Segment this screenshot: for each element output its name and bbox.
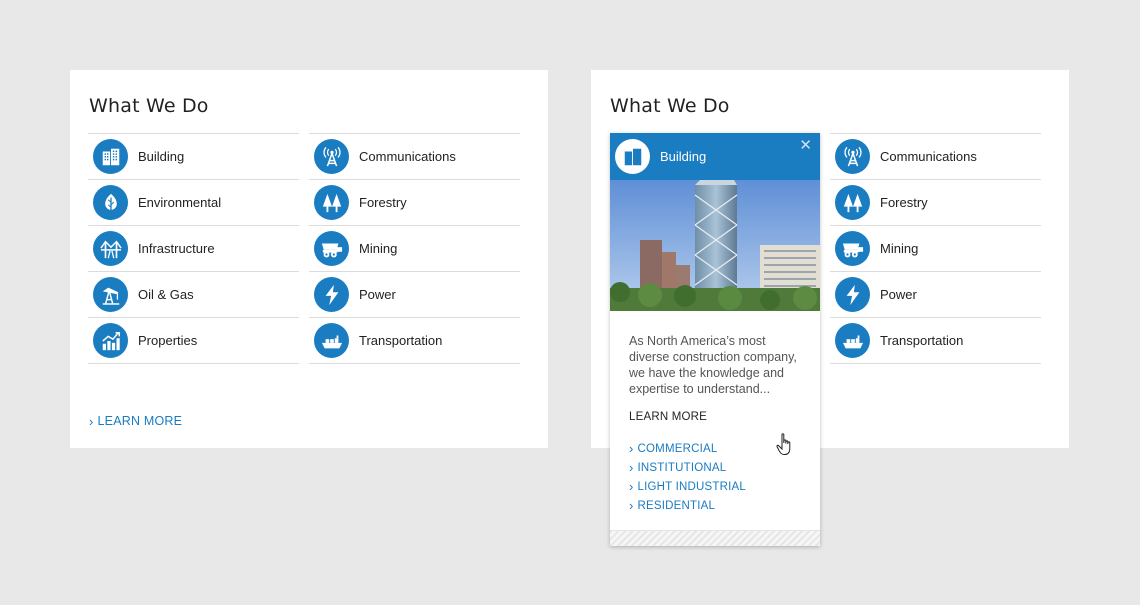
sector-item-communications[interactable]: Communications bbox=[309, 133, 520, 179]
sector-item-transportation[interactable]: Transportation bbox=[830, 317, 1041, 364]
popup-title: Building bbox=[660, 149, 707, 164]
sector-list-column: Communications Forestry Mining Power Tra… bbox=[830, 133, 1041, 364]
sector-item-communications[interactable]: Communications bbox=[830, 133, 1041, 179]
sublink-institutional[interactable]: › INSTITUTIONAL bbox=[629, 458, 820, 477]
sector-item-power[interactable]: Power bbox=[830, 271, 1041, 317]
sector-label: Building bbox=[138, 149, 185, 164]
sector-item-building[interactable]: Building bbox=[88, 133, 299, 179]
mining-truck-icon bbox=[835, 231, 870, 266]
building-icon bbox=[615, 139, 650, 174]
sublink-residential[interactable]: › RESIDENTIAL bbox=[629, 496, 820, 515]
sector-item-mining[interactable]: Mining bbox=[830, 225, 1041, 271]
sector-item-forestry[interactable]: Forestry bbox=[309, 179, 520, 225]
lightning-icon bbox=[835, 277, 870, 312]
sector-label: Properties bbox=[138, 333, 198, 348]
sector-label: Infrastructure bbox=[138, 241, 215, 256]
chevron-right-icon: › bbox=[629, 479, 634, 494]
ship-icon bbox=[835, 323, 870, 358]
chevron-right-icon: › bbox=[629, 498, 634, 513]
chevron-right-icon: › bbox=[629, 460, 634, 475]
sector-list-column: Communications Forestry Mining Power Tra… bbox=[309, 133, 520, 364]
sector-label: Communications bbox=[880, 149, 977, 164]
leaf-icon bbox=[93, 185, 128, 220]
popup-header[interactable]: Building ✕ bbox=[610, 133, 820, 180]
lightning-icon bbox=[314, 277, 349, 312]
sector-label: Forestry bbox=[880, 195, 928, 210]
sector-label: Power bbox=[359, 287, 396, 302]
popup-footer-hatch bbox=[610, 530, 820, 546]
chart-up-icon bbox=[93, 323, 128, 358]
sector-label: Mining bbox=[880, 241, 919, 256]
mining-truck-icon bbox=[314, 231, 349, 266]
building-detail-popup: Building ✕ As North America’s most diver… bbox=[610, 133, 820, 546]
sector-label: Mining bbox=[359, 241, 398, 256]
chevron-right-icon: › bbox=[629, 441, 634, 456]
sector-label: Oil & Gas bbox=[138, 287, 194, 302]
trees-icon bbox=[314, 185, 349, 220]
sector-label: Environmental bbox=[138, 195, 222, 210]
sector-item-oil-gas[interactable]: Oil & Gas bbox=[88, 271, 299, 317]
sublink-label: COMMERCIAL bbox=[637, 442, 718, 455]
learn-more-link[interactable]: › LEARN MORE bbox=[89, 414, 182, 428]
sector-label: Transportation bbox=[359, 333, 443, 348]
sublink-label: LIGHT INDUSTRIAL bbox=[637, 480, 746, 493]
learn-more-label: LEARN MORE bbox=[97, 414, 183, 428]
oil-pump-icon bbox=[93, 277, 128, 312]
bridge-icon bbox=[93, 231, 128, 266]
popup-description: As North America’s most diverse construc… bbox=[629, 334, 797, 396]
sublink-light-industrial[interactable]: › LIGHT INDUSTRIAL bbox=[629, 477, 820, 496]
building-icon bbox=[93, 139, 128, 174]
sector-list-column: Building Environmental Infrastructure Oi… bbox=[88, 133, 299, 364]
sector-item-transportation[interactable]: Transportation bbox=[309, 317, 520, 364]
sector-item-mining[interactable]: Mining bbox=[309, 225, 520, 271]
hand-cursor-icon bbox=[776, 433, 791, 455]
sector-item-forestry[interactable]: Forestry bbox=[830, 179, 1041, 225]
sector-label: Power bbox=[880, 287, 917, 302]
sector-item-properties[interactable]: Properties bbox=[88, 317, 299, 364]
what-we-do-card: What We Do Building Environmental Infras… bbox=[70, 70, 548, 448]
sublink-label: INSTITUTIONAL bbox=[637, 461, 727, 474]
card-title: What We Do bbox=[89, 95, 209, 117]
sector-item-environmental[interactable]: Environmental bbox=[88, 179, 299, 225]
antenna-icon bbox=[314, 139, 349, 174]
sector-item-power[interactable]: Power bbox=[309, 271, 520, 317]
card-title: What We Do bbox=[610, 95, 730, 117]
trees-icon bbox=[835, 185, 870, 220]
sector-label: Forestry bbox=[359, 195, 407, 210]
chevron-right-icon: › bbox=[89, 413, 94, 429]
sublink-label: RESIDENTIAL bbox=[637, 499, 716, 512]
ship-icon bbox=[314, 323, 349, 358]
building-photo bbox=[610, 180, 820, 311]
popup-learn-more-link[interactable]: LEARN MORE bbox=[629, 411, 820, 423]
close-icon[interactable]: ✕ bbox=[799, 138, 812, 153]
sector-item-infrastructure[interactable]: Infrastructure bbox=[88, 225, 299, 271]
sector-label: Communications bbox=[359, 149, 456, 164]
antenna-icon bbox=[835, 139, 870, 174]
sector-label: Transportation bbox=[880, 333, 964, 348]
